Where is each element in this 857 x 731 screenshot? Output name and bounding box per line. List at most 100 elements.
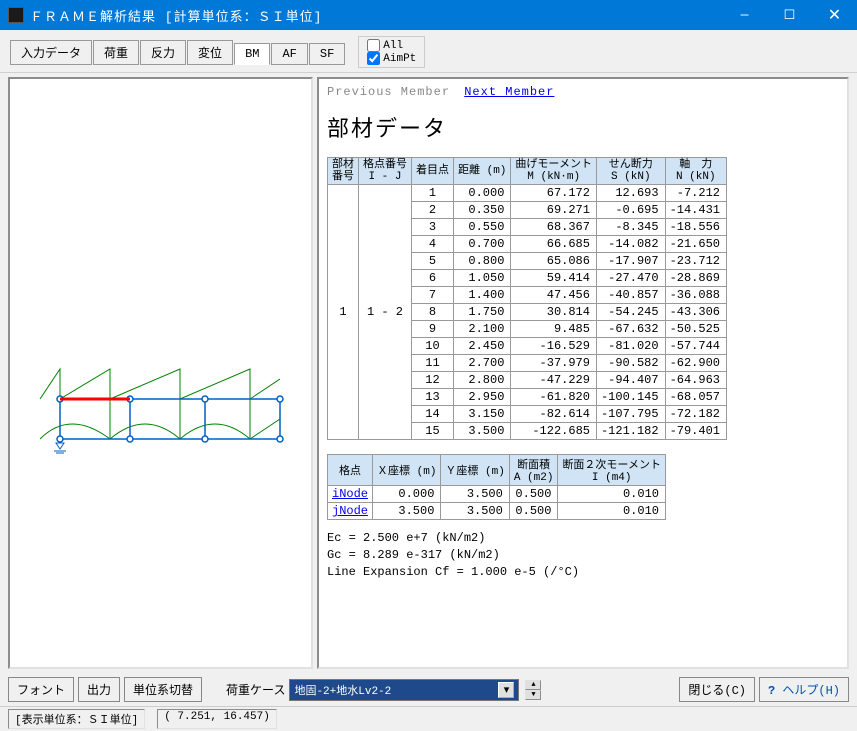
cell: 9.485 — [511, 321, 597, 338]
cell: -90.582 — [596, 355, 665, 372]
cell: 8 — [412, 304, 454, 321]
col-header: 格点番号I - J — [359, 158, 412, 185]
close-button[interactable]: ✕ — [812, 0, 857, 30]
cell: 3.500 — [441, 486, 509, 503]
cell: -36.088 — [665, 287, 726, 304]
cell: -23.712 — [665, 253, 726, 270]
cell: 59.414 — [511, 270, 597, 287]
cell: 0.700 — [454, 236, 511, 253]
cell: 5 — [412, 253, 454, 270]
loadcase-spinner[interactable]: ▲ ▼ — [525, 680, 541, 700]
cell: -68.057 — [665, 389, 726, 406]
output-button[interactable]: 出力 — [78, 677, 120, 702]
tab-bm[interactable]: BM — [234, 43, 270, 65]
cell: 0.010 — [558, 503, 666, 520]
tab-変位[interactable]: 変位 — [187, 40, 233, 65]
all-label: All — [383, 40, 403, 52]
cell: -14.082 — [596, 236, 665, 253]
member-nav: Previous Member Next Member — [327, 85, 839, 99]
cell: 15 — [412, 423, 454, 440]
cell: 1.050 — [454, 270, 511, 287]
member-forces-table: 部材番号格点番号I - J着目点距離 (m)曲げモーメントM (kN·m)せん断… — [327, 157, 727, 440]
col-header: 距離 (m) — [454, 158, 511, 185]
col-header: せん断力S (kN) — [596, 158, 665, 185]
col-header: Ｙ座標 (m) — [441, 455, 509, 486]
unit-switch-button[interactable]: 単位系切替 — [124, 677, 202, 702]
cell: 4 — [412, 236, 454, 253]
cell: -28.869 — [665, 270, 726, 287]
status-unit: [表示単位系：ＳＩ単位] — [8, 709, 145, 729]
cell: 66.685 — [511, 236, 597, 253]
aimpt-checkbox[interactable] — [367, 52, 380, 65]
table-row: iNode0.0003.5000.5000.010 — [328, 486, 666, 503]
spin-up-icon[interactable]: ▲ — [525, 680, 541, 690]
cell: 2.100 — [454, 321, 511, 338]
next-member-link[interactable]: Next Member — [464, 85, 554, 99]
cell: 11 — [412, 355, 454, 372]
loadcase-combo[interactable]: 地固-2+地水Lv2-2 ▾ — [289, 679, 519, 701]
all-checkbox[interactable] — [367, 39, 380, 52]
cell: 0.500 — [509, 503, 558, 520]
cell: -64.963 — [665, 372, 726, 389]
cell: 65.086 — [511, 253, 597, 270]
cell: -7.212 — [665, 185, 726, 202]
node-props-table: 格点Ｘ座標 (m)Ｙ座標 (m)断面積A (m2)断面２次モーメントI (m4)… — [327, 454, 666, 520]
dropdown-arrow-icon[interactable]: ▾ — [498, 682, 514, 698]
node-link[interactable]: iNode — [328, 486, 373, 503]
window-title: ＦＲＡＭＥ解析結果 [計算単位系：ＳＩ単位] — [30, 6, 722, 25]
tab-sf[interactable]: SF — [309, 43, 345, 65]
cell: 2 — [412, 202, 454, 219]
tab-af[interactable]: AF — [271, 43, 307, 65]
cell: -16.529 — [511, 338, 597, 355]
col-header: 格点 — [328, 455, 373, 486]
cell: 0.000 — [373, 486, 441, 503]
tab-荷重[interactable]: 荷重 — [93, 40, 139, 65]
spin-down-icon[interactable]: ▼ — [525, 690, 541, 700]
app-icon — [8, 7, 24, 23]
cell: 3.150 — [454, 406, 511, 423]
prev-member-link: Previous Member — [327, 85, 450, 99]
member-no: 1 — [328, 185, 359, 440]
cell: -121.182 — [596, 423, 665, 440]
cell: 0.350 — [454, 202, 511, 219]
cell: 0.000 — [454, 185, 511, 202]
cell: -72.182 — [665, 406, 726, 423]
cell: 30.814 — [511, 304, 597, 321]
cell: 12 — [412, 372, 454, 389]
cell: 1 — [412, 185, 454, 202]
loadcase-label: 荷重ケース — [226, 681, 285, 698]
cell: -57.744 — [665, 338, 726, 355]
cell: -79.401 — [665, 423, 726, 440]
material-props: Ec = 2.500 e+7 (kN/m2) Gc = 8.289 e-317 … — [327, 530, 839, 580]
cell: 12.693 — [596, 185, 665, 202]
font-button[interactable]: フォント — [8, 677, 74, 702]
tab-反力[interactable]: 反力 — [140, 40, 186, 65]
col-header: 断面２次モーメントI (m4) — [558, 455, 666, 486]
diagram-panel — [8, 77, 313, 669]
cell: -67.632 — [596, 321, 665, 338]
cell: 9 — [412, 321, 454, 338]
cell: -50.525 — [665, 321, 726, 338]
cell: -81.020 — [596, 338, 665, 355]
cell: 1.750 — [454, 304, 511, 321]
cell: 69.271 — [511, 202, 597, 219]
table-row: jNode3.5003.5000.5000.010 — [328, 503, 666, 520]
maximize-button[interactable]: ☐ — [767, 0, 812, 30]
minimize-button[interactable]: ─ — [722, 0, 767, 30]
cell: -94.407 — [596, 372, 665, 389]
cell: 2.950 — [454, 389, 511, 406]
help-button[interactable]: ? ヘルプ(H) — [759, 677, 849, 702]
data-panel: Previous Member Next Member 部材データ 部材番号格点… — [317, 77, 849, 669]
cell: -18.556 — [665, 219, 726, 236]
node-link[interactable]: jNode — [328, 503, 373, 520]
tab-入力データ[interactable]: 入力データ — [10, 40, 92, 65]
cell: 10 — [412, 338, 454, 355]
col-header: 部材番号 — [328, 158, 359, 185]
cell: 2.800 — [454, 372, 511, 389]
title-bar: ＦＲＡＭＥ解析結果 [計算単位系：ＳＩ単位] ─ ☐ ✕ — [0, 0, 857, 30]
close-dialog-button[interactable]: 閉じる(C) — [679, 677, 755, 702]
cell: -61.820 — [511, 389, 597, 406]
cell: 3.500 — [441, 503, 509, 520]
cell: -40.857 — [596, 287, 665, 304]
checkbox-group: All AimPt — [358, 36, 425, 68]
